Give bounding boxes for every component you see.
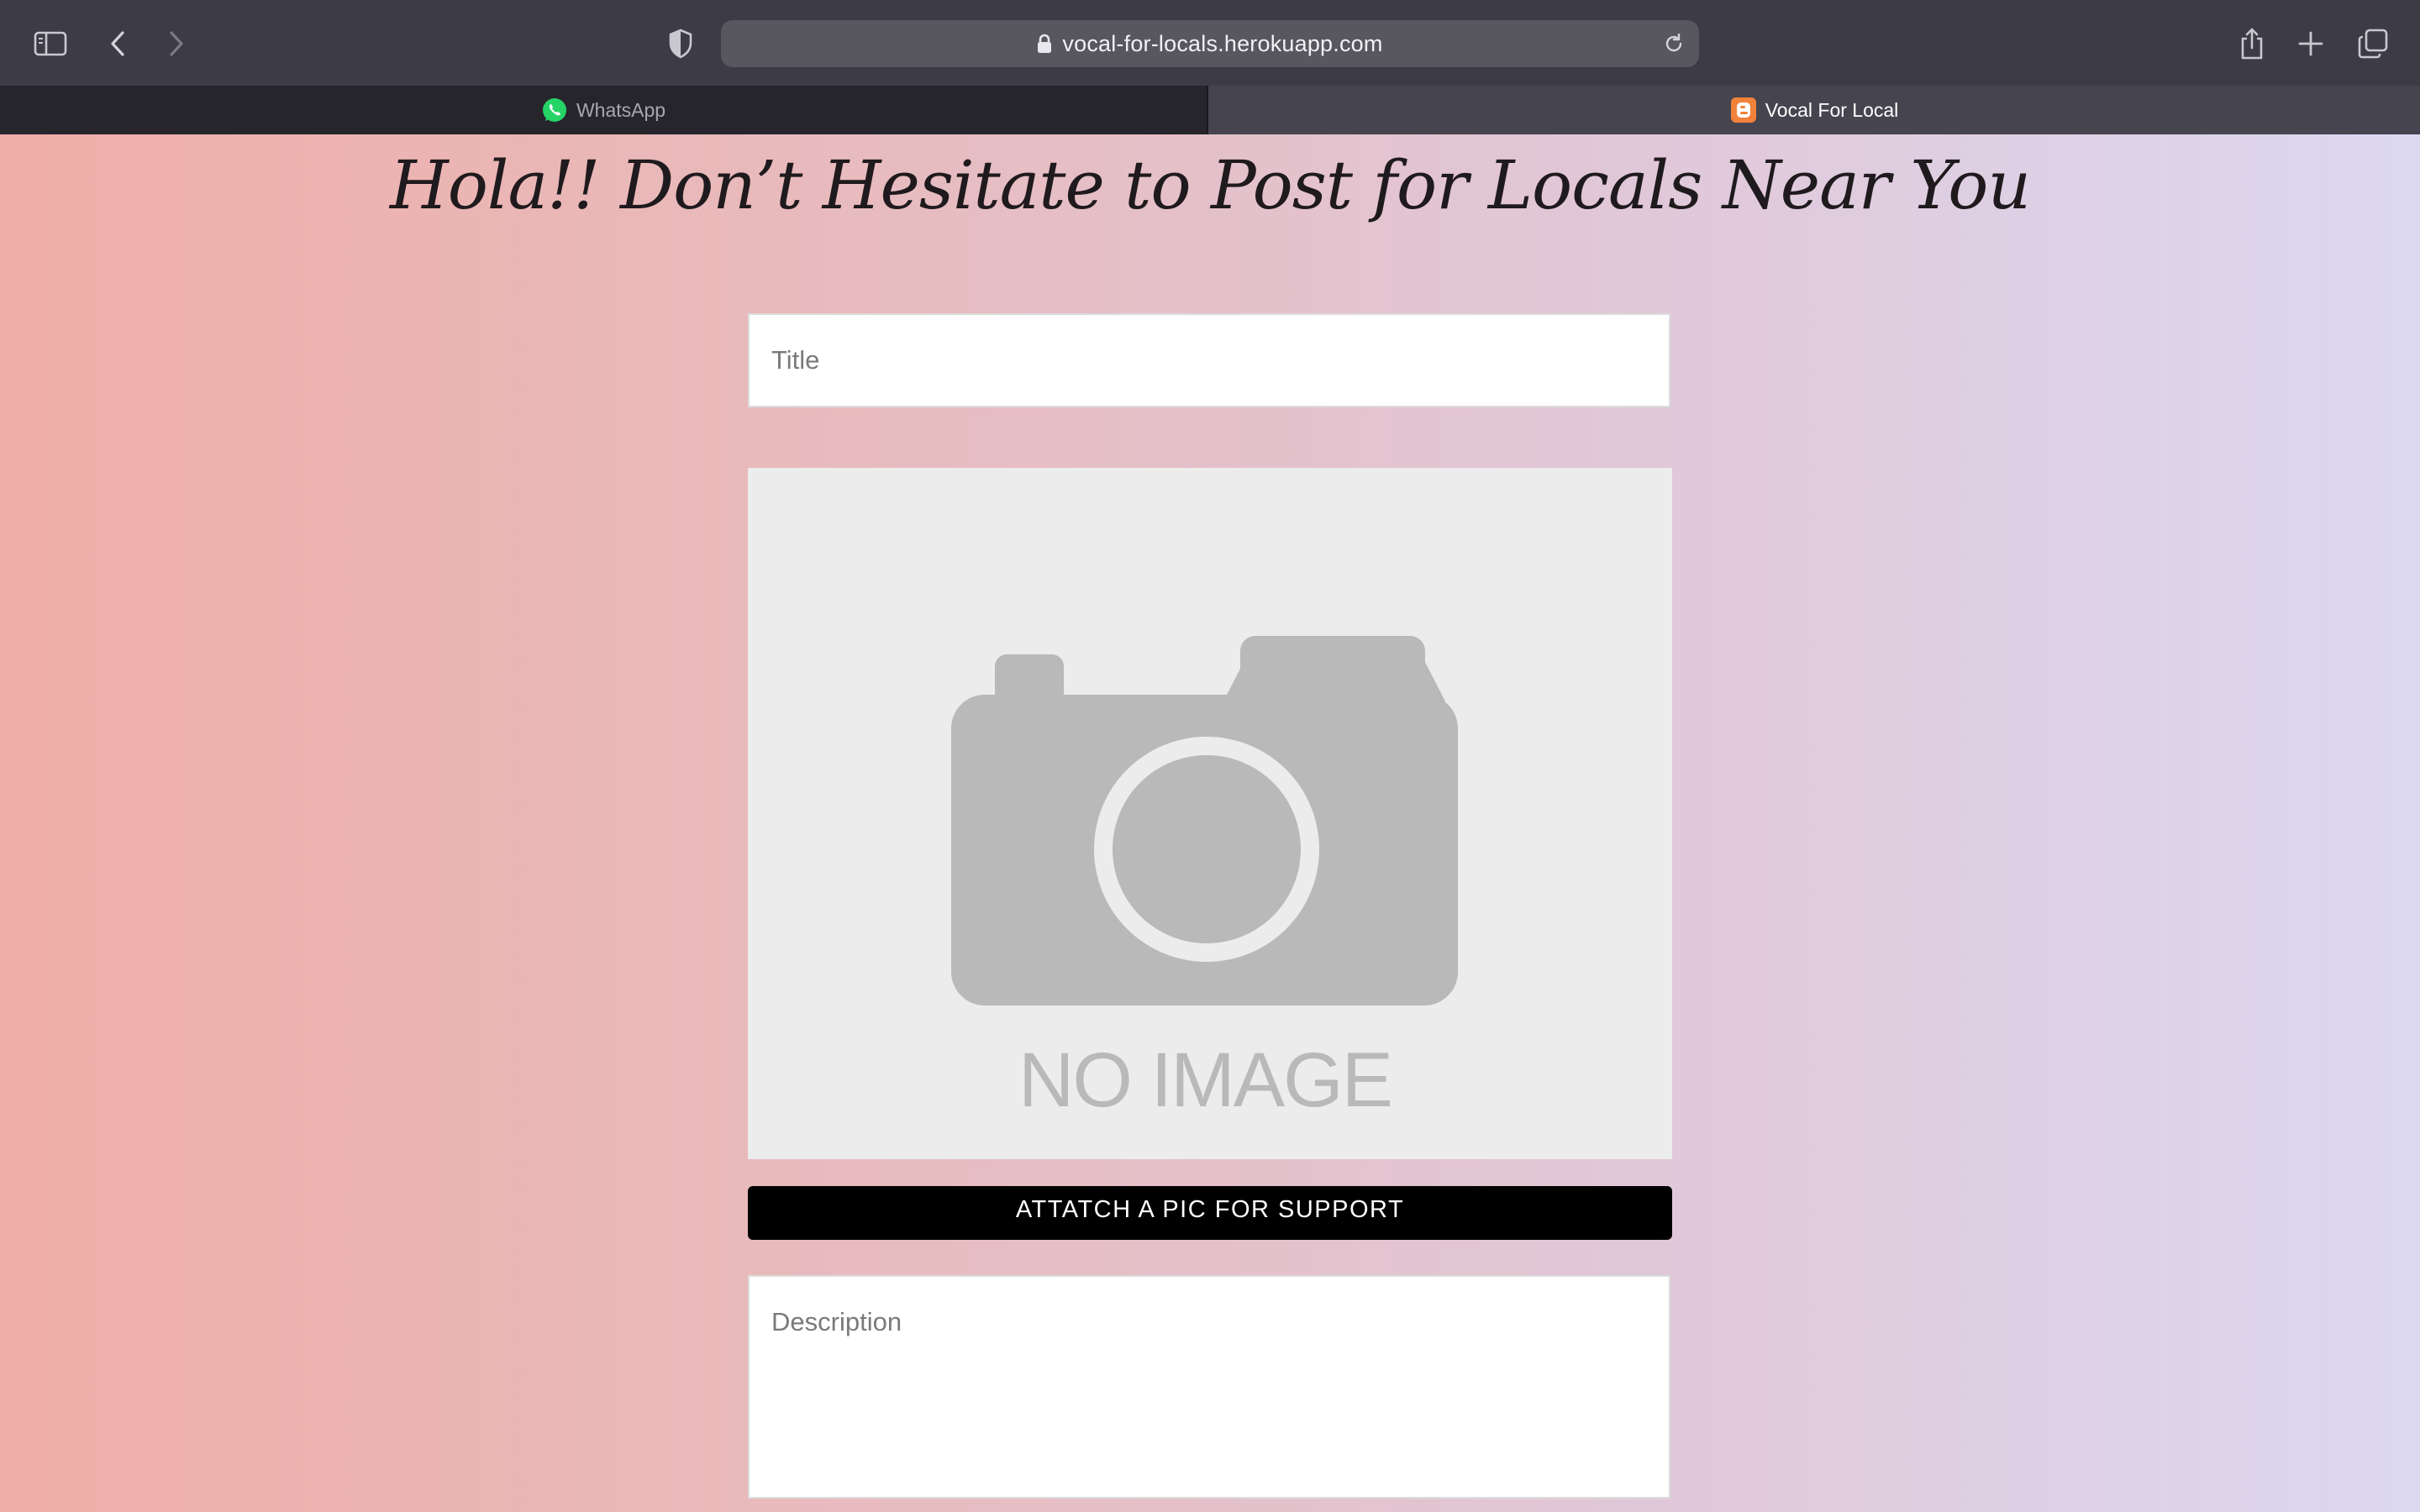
tab-whatsapp[interactable]: WhatsApp: [0, 86, 1208, 134]
tab-label: Vocal For Local: [1765, 98, 1899, 121]
tab-vocal-for-local[interactable]: Vocal For Local: [1208, 86, 2420, 134]
page-content: Hola!! Don’t Hesitate to Post for Locals…: [0, 134, 2420, 1512]
address-url: vocal-for-locals.herokuapp.com: [1062, 30, 1383, 56]
reload-icon[interactable]: [1660, 30, 1687, 57]
page-heading: Hola!! Don’t Hesitate to Post for Locals…: [390, 146, 2031, 224]
browser-window: vocal-for-locals.herokuapp.com WhatsApp …: [0, 0, 2420, 1512]
attach-pic-button[interactable]: ATTATCH A PIC FOR SUPPORT: [748, 1186, 1672, 1240]
blogger-icon: [1730, 97, 1757, 123]
description-input[interactable]: [748, 1275, 1670, 1499]
chevron-left-icon[interactable]: [92, 18, 143, 69]
share-icon[interactable]: [2227, 18, 2277, 69]
image-preview: NO IMAGE: [748, 468, 1672, 1159]
no-image-label: NO IMAGE: [1018, 1037, 1392, 1123]
browser-toolbar: vocal-for-locals.herokuapp.com: [0, 0, 2420, 86]
shield-icon[interactable]: [655, 18, 706, 69]
tab-bar: WhatsApp Vocal For Local: [0, 86, 2420, 134]
sidebar-icon[interactable]: [25, 18, 76, 69]
camera-icon: NO IMAGE: [951, 636, 1458, 1123]
title-input[interactable]: [748, 313, 1670, 407]
tab-label: WhatsApp: [576, 98, 666, 121]
whatsapp-icon: [541, 97, 568, 123]
tabs-overview-icon[interactable]: [2348, 18, 2398, 69]
chevron-right-icon[interactable]: [151, 18, 202, 69]
lock-icon: [1037, 34, 1052, 54]
address-bar[interactable]: vocal-for-locals.herokuapp.com: [721, 20, 1699, 67]
plus-icon[interactable]: [2286, 18, 2336, 69]
